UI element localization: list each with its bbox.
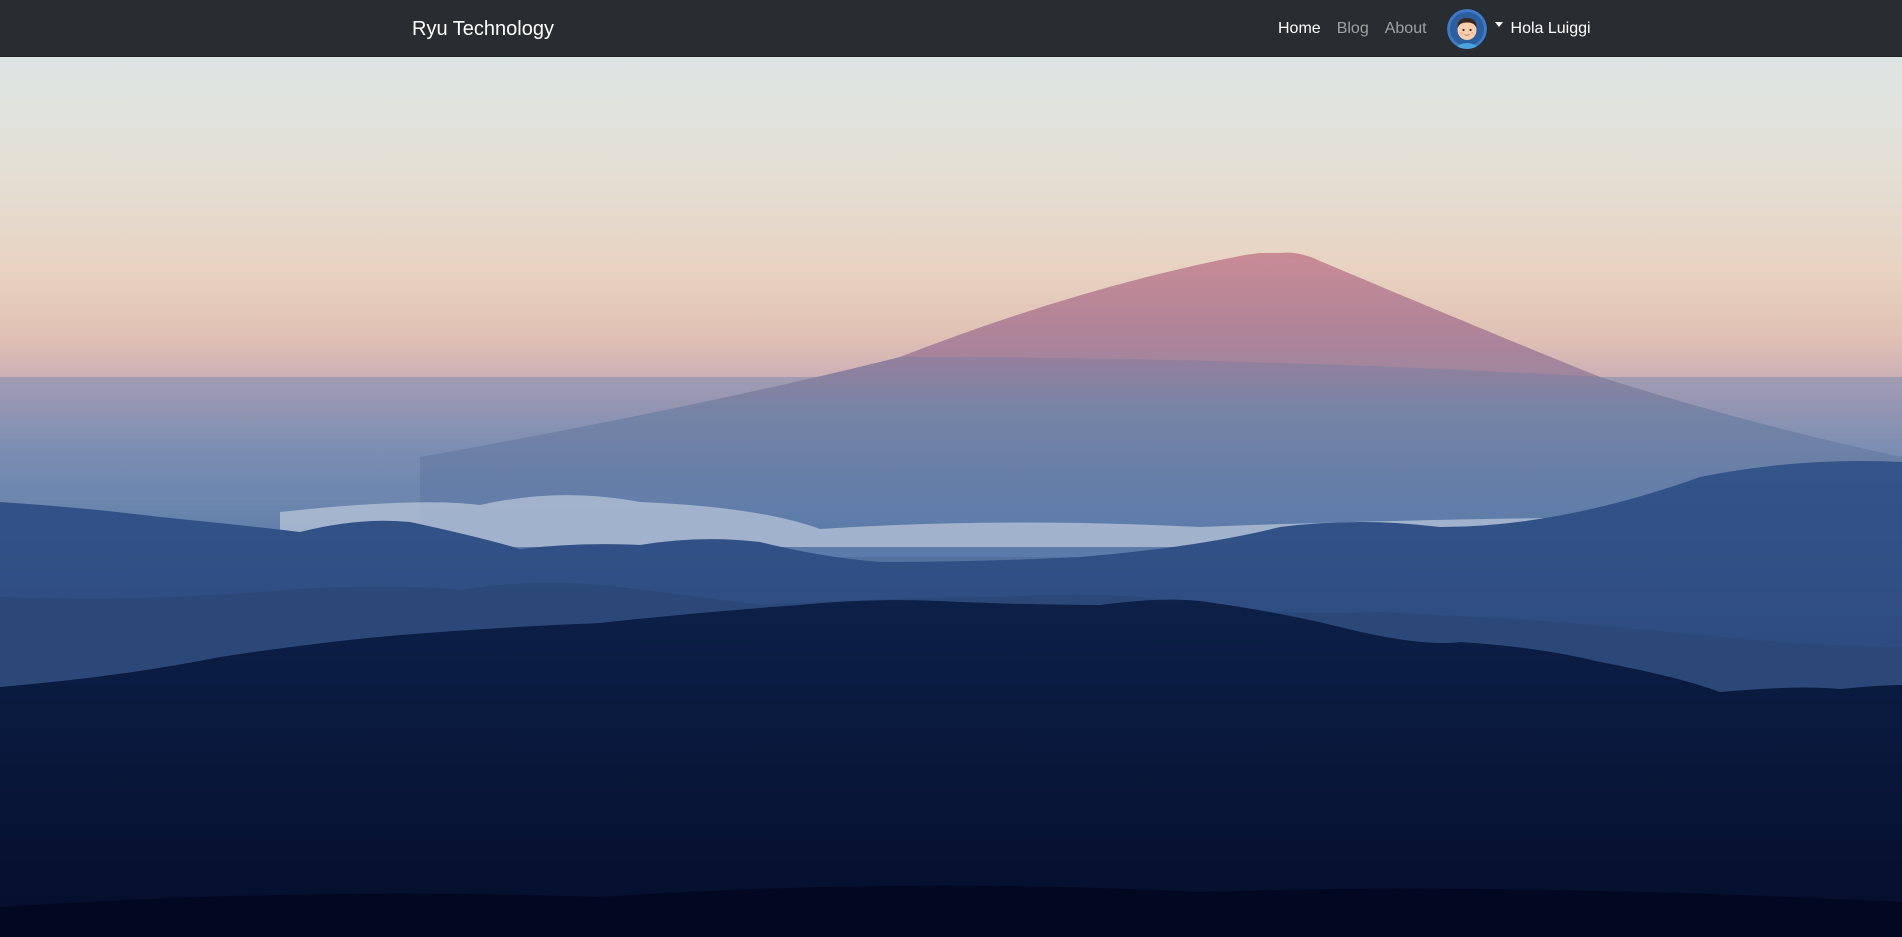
hero-background-image <box>0 57 1902 937</box>
nav-link-blog[interactable]: Blog <box>1337 20 1369 38</box>
user-greeting[interactable]: Hola Luiggi <box>1511 20 1591 38</box>
nav-link-about[interactable]: About <box>1385 20 1427 38</box>
top-navbar: Ryu Technology Home Blog About Hola Luig… <box>0 0 1902 57</box>
brand-link[interactable]: Ryu Technology <box>412 16 554 42</box>
user-avatar-icon[interactable] <box>1446 8 1487 49</box>
user-dropdown-toggle[interactable]: Hola Luiggi <box>1446 8 1591 49</box>
nav-links: Home Blog About Hola Luiggi <box>1278 0 1591 57</box>
chevron-down-icon[interactable] <box>1494 22 1503 27</box>
nav-link-home[interactable]: Home <box>1278 20 1321 38</box>
